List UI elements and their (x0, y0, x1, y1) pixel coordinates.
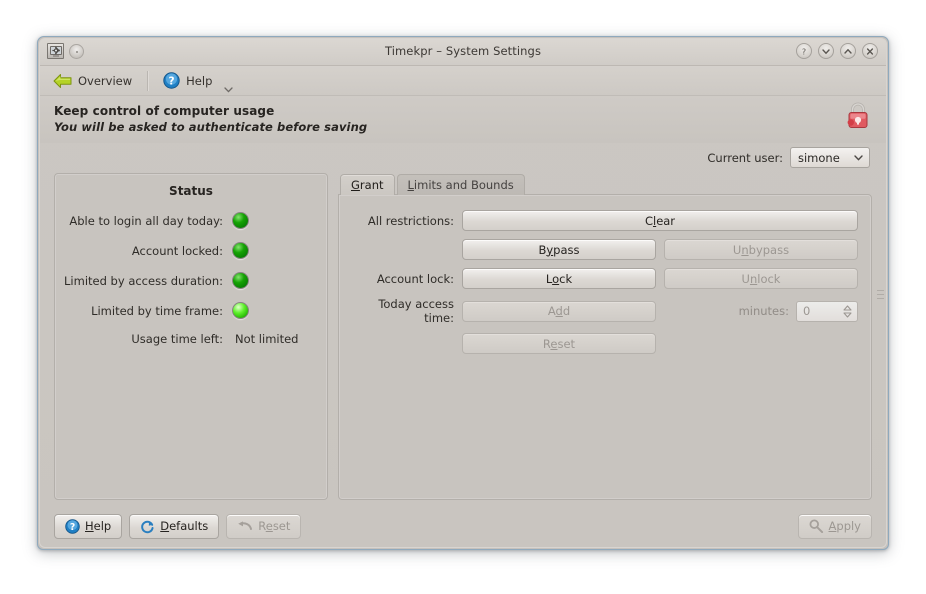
padlock-icon[interactable] (846, 101, 870, 130)
apply-button[interactable]: Apply (797, 513, 872, 539)
status-row: Limited by time frame: (55, 302, 327, 319)
clear-button-label: Clear (644, 213, 676, 228)
reset-access-row: Reset (352, 333, 858, 354)
reset-button[interactable]: Reset (226, 513, 302, 539)
unbypass-button[interactable]: Unbypass (664, 239, 858, 260)
header-band: Keep control of computer usage You will … (40, 96, 886, 143)
help-button[interactable]: ? Help (54, 513, 123, 539)
usage-time-row: Usage time left: Not limited (55, 332, 327, 346)
reset-access-button-label: Reset (542, 336, 576, 351)
status-label: Limited by time frame: (91, 303, 223, 318)
defaults-button-label: Defaults (160, 519, 209, 533)
overview-label: Overview (78, 73, 133, 88)
svg-text:?: ? (802, 48, 806, 57)
status-panel-title: Status (169, 184, 213, 198)
status-led (232, 272, 249, 289)
unlock-button-label: Unlock (741, 271, 781, 286)
toolbar-separator (147, 70, 149, 91)
chevron-down-icon[interactable] (223, 86, 234, 94)
page-title: Keep control of computer usage (54, 104, 275, 118)
window-inner: Timekpr – System Settings ? Overview ? H… (39, 38, 887, 548)
toolbar-help-label: Help (186, 73, 213, 88)
key-icon (809, 519, 824, 533)
svg-text:?: ? (169, 75, 175, 87)
defaults-button[interactable]: Defaults (129, 513, 220, 539)
apply-button-label: Apply (828, 519, 861, 533)
minutes-value: 0 (803, 304, 811, 318)
footer-bar: ? Help Defaults Reset Apply (40, 505, 886, 547)
current-user-value: simone (798, 150, 840, 165)
tabbed-panel: Grant Limits and Bounds All restrictions… (338, 173, 872, 500)
window-title: Timekpr – System Settings (384, 44, 542, 58)
grant-tab-panel: All restrictions: Clear Bypass Unbypass (338, 194, 872, 500)
add-button[interactable]: Add (462, 300, 656, 322)
window-close-button[interactable] (862, 43, 878, 59)
current-user-dropdown[interactable]: simone (790, 147, 870, 168)
today-access-time-label: Today access time: (378, 297, 454, 325)
account-lock-label: Account lock: (376, 271, 454, 286)
undo-arrow-icon (237, 519, 253, 533)
minutes-group: minutes: 0 (656, 300, 858, 322)
titlebar: Timekpr – System Settings ? (40, 39, 886, 66)
tab-grant-mnemonic: G (351, 178, 360, 192)
status-led (232, 242, 249, 259)
status-label: Limited by access duration: (64, 273, 223, 288)
stepper-arrows-icon[interactable] (842, 304, 853, 318)
window-resize-grip[interactable] (877, 287, 884, 309)
bypass-button-label: Bypass (538, 242, 580, 257)
tab-grant-rest: rant (359, 178, 384, 192)
lock-button[interactable]: Lock (462, 268, 656, 289)
reset-access-button[interactable]: Reset (462, 333, 656, 354)
usage-time-label: Usage time left: (131, 332, 223, 346)
window-controls: ? (796, 43, 878, 59)
status-label: Account locked: (131, 243, 223, 258)
window-maximize-button[interactable] (840, 43, 856, 59)
unbypass-button-label: Unbypass (732, 242, 790, 257)
lock-button-label: Lock (545, 271, 573, 286)
usage-time-value: Not limited (235, 332, 299, 346)
chevron-down-icon (853, 154, 864, 162)
minutes-label: minutes: (738, 304, 789, 318)
overview-button[interactable]: Overview (48, 71, 137, 91)
window-help-button[interactable]: ? (796, 43, 812, 59)
reset-button-label: Reset (258, 519, 291, 533)
window-minimize-button[interactable] (818, 43, 834, 59)
today-access-time-row: Today access time: Add minutes: 0 (352, 297, 858, 325)
account-lock-row: Account lock: Lock Unlock (352, 268, 858, 289)
status-row: Account locked: (55, 242, 327, 259)
all-restrictions-label: All restrictions: (367, 213, 454, 228)
current-user-row: Current user: simone (40, 143, 886, 173)
status-led (232, 302, 249, 319)
status-panel: Status Able to login all day today: Acco… (54, 173, 328, 500)
back-arrow-icon (53, 73, 72, 89)
status-label: Able to login all day today: (69, 213, 223, 228)
status-row: Able to login all day today: (55, 212, 327, 229)
tab-limits-rest: imits and Bounds (413, 178, 514, 192)
bypass-button[interactable]: Bypass (462, 239, 656, 260)
content-area: Status Able to login all day today: Acco… (40, 173, 886, 500)
toolbar: Overview ? Help (40, 66, 886, 96)
help-button-label: Help (85, 519, 112, 533)
clear-button[interactable]: Clear (462, 210, 858, 231)
all-restrictions-row: All restrictions: Clear (352, 210, 858, 231)
refresh-icon (140, 519, 155, 534)
status-row: Limited by access duration: (55, 272, 327, 289)
unlock-button[interactable]: Unlock (664, 268, 858, 289)
minutes-stepper[interactable]: 0 (796, 300, 858, 322)
status-led (232, 212, 249, 229)
application-window: Timekpr – System Settings ? Overview ? H… (37, 36, 889, 550)
toolbar-help-button[interactable]: ? Help (158, 70, 217, 91)
page-subtitle: You will be asked to authenticate before… (54, 120, 368, 134)
tab-grant[interactable]: Grant (340, 174, 395, 195)
svg-text:?: ? (70, 521, 75, 532)
tabstrip: Grant Limits and Bounds (338, 173, 872, 195)
bypass-row: Bypass Unbypass (352, 239, 858, 260)
add-button-label: Add (547, 304, 571, 318)
tab-limits-and-bounds[interactable]: Limits and Bounds (396, 174, 525, 195)
help-circle-icon: ? (163, 72, 180, 89)
current-user-label: Current user: (707, 150, 783, 165)
help-circle-icon: ? (65, 518, 80, 534)
